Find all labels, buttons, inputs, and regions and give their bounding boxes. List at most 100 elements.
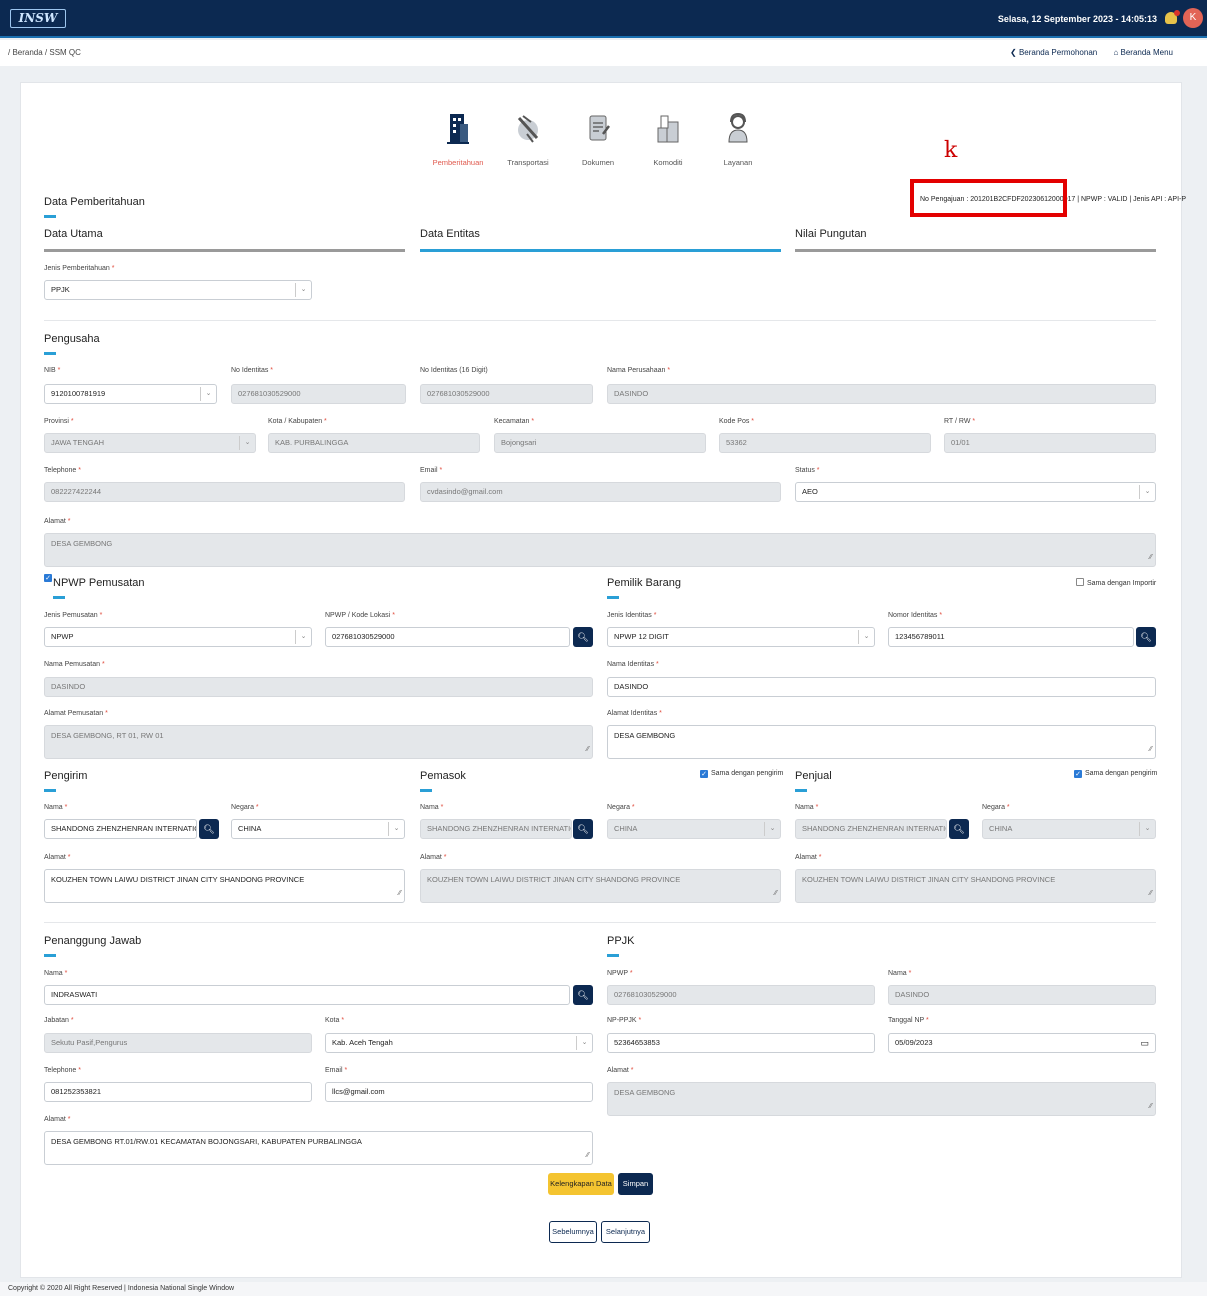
kelengkapan-data-button[interactable]: Kelengkapan Data — [548, 1173, 614, 1195]
tab-underline-active — [420, 249, 781, 252]
alamat-identitas-textarea[interactable]: DESA GEMBONG — [607, 725, 1156, 759]
ppjk-nama-field[interactable]: DASINDO — [888, 985, 1156, 1005]
ppjk-nama-label: Nama * — [888, 970, 912, 977]
pj-alamat-textarea[interactable]: DESA GEMBONG RT.01/RW.01 KECAMATAN BOJON… — [44, 1131, 593, 1165]
tab-data-utama[interactable]: Data Utama — [44, 228, 103, 240]
kodepos-field[interactable]: 53362 — [719, 433, 931, 453]
no-identitas16-label: No Identitas (16 Digit) — [420, 367, 488, 374]
pj-nama-field[interactable]: INDRASWATI — [44, 985, 570, 1005]
kecamatan-field[interactable]: Bojongsari — [494, 433, 706, 453]
beranda-permohonan-link[interactable]: ❮ Beranda Permohonan — [1010, 48, 1097, 57]
telephone-label: Telephone * — [44, 467, 81, 474]
pj-nama-label: Nama * — [44, 970, 68, 977]
step-dokumen[interactable]: Dokumen — [568, 108, 628, 167]
telephone-field[interactable]: 082227422244 — [44, 482, 405, 502]
penjual-alamat-textarea[interactable]: KOUZHEN TOWN LAIWU DISTRICT JINAN CITY S… — [795, 869, 1156, 903]
pengirim-negara-select[interactable]: CHINA ⌄ — [231, 819, 405, 839]
nib-select[interactable]: 9120100781919 ⌄ — [44, 384, 217, 404]
status-select[interactable]: AEO ⌄ — [795, 482, 1156, 502]
pj-alamat-label: Alamat * — [44, 1116, 71, 1123]
beranda-menu-link[interactable]: ⌂ Beranda Menu — [1113, 48, 1173, 57]
insw-logo[interactable]: INSW — [10, 9, 66, 28]
jabatan-field[interactable]: Sekutu Pasif,Pengurus — [44, 1033, 312, 1053]
penjual-negara-label: Negara * — [982, 804, 1010, 811]
wizard-stepper: Pemberitahuan Transportasi Dokumen Komod… — [428, 108, 768, 172]
step-transportasi[interactable]: Transportasi — [498, 108, 558, 167]
email-field[interactable]: cvdasindo@gmail.com — [420, 482, 781, 502]
sama-importir-checkbox[interactable]: Sama dengan Importir — [1076, 578, 1156, 587]
alamat-textarea[interactable]: DESA GEMBONG — [44, 533, 1156, 567]
divider — [44, 922, 1156, 923]
ppjk-alamat-textarea[interactable]: DESA GEMBONG — [607, 1082, 1156, 1116]
nomor-identitas-field[interactable]: 123456789011 — [888, 627, 1134, 647]
step-label: Layanan — [723, 158, 753, 167]
jenis-pemberitahuan-select[interactable]: PPJK ⌄ — [44, 280, 312, 300]
nib-label: NIB * — [44, 367, 61, 374]
nama-pemusatan-field[interactable]: DASINDO — [44, 677, 593, 697]
chevron-down-icon: ⌄ — [295, 630, 311, 644]
np-ppjk-field[interactable]: 52364653853 — [607, 1033, 875, 1053]
penjual-sama-checkbox[interactable]: ✓ Sama dengan pengirim — [1074, 770, 1157, 778]
step-layanan[interactable]: Layanan — [708, 108, 768, 167]
penjual-search-button[interactable]: 🔍︎ — [949, 819, 969, 839]
step-komoditi[interactable]: Komoditi — [638, 108, 698, 167]
document-icon — [589, 115, 610, 141]
pemasok-alamat-textarea[interactable]: KOUZHEN TOWN LAIWU DISTRICT JINAN CITY S… — [420, 869, 781, 903]
nomor-identitas-search-button[interactable]: 🔍︎ — [1136, 627, 1156, 647]
kodepos-label: Kode Pos * — [719, 418, 755, 425]
nama-perusahaan-field[interactable]: DASINDO — [607, 384, 1156, 404]
step-pemberitahuan[interactable]: Pemberitahuan — [428, 108, 488, 167]
breadcrumb[interactable]: / Beranda / SSM QC — [8, 48, 81, 57]
step-label: Dokumen — [581, 158, 615, 167]
pengirim-nama-field[interactable]: SHANDONG ZHENZHENRAN INTERNATIONAL TRA — [44, 819, 197, 839]
status-label: Status * — [795, 467, 820, 474]
kota-field[interactable]: KAB. PURBALINGGA — [268, 433, 480, 453]
nama-identitas-label: Nama Identitas * — [607, 661, 659, 668]
tab-underline — [44, 249, 405, 252]
jenis-identitas-label: Jenis Identitas * — [607, 612, 657, 619]
tab-data-entitas[interactable]: Data Entitas — [420, 228, 480, 240]
divider — [44, 320, 1156, 321]
pemasok-negara-select[interactable]: CHINA ⌄ — [607, 819, 781, 839]
chevron-down-icon: ⌄ — [1139, 485, 1155, 499]
penjual-negara-select[interactable]: CHINA ⌄ — [982, 819, 1156, 839]
npwp-search-button[interactable]: 🔍︎ — [573, 627, 593, 647]
tab-nilai-pungutan[interactable]: Nilai Pungutan — [795, 228, 867, 240]
user-avatar[interactable]: K — [1183, 8, 1203, 28]
pengirim-alamat-label: Alamat * — [44, 854, 71, 861]
penjual-nama-field[interactable]: SHANDONG ZHENZHENRAN INTERNATIONAL TRA — [795, 819, 947, 839]
pj-telephone-field[interactable]: 081252353821 — [44, 1082, 312, 1102]
annotation-letter: k — [944, 138, 958, 163]
pj-search-button[interactable]: 🔍︎ — [573, 985, 593, 1005]
nama-pemusatan-label: Nama Pemusatan * — [44, 661, 105, 668]
pj-email-field[interactable]: llcs@gmail.com — [325, 1082, 593, 1102]
alamat-pemusatan-textarea[interactable]: DESA GEMBONG, RT 01, RW 01 — [44, 725, 593, 759]
penjual-alamat-label: Alamat * — [795, 854, 822, 861]
alamat-identitas-label: Alamat Identitas * — [607, 710, 662, 717]
no-identitas-field[interactable]: 027681030529000 — [231, 384, 406, 404]
jenis-pemusatan-select[interactable]: NPWP ⌄ — [44, 627, 312, 647]
ppjk-npwp-field[interactable]: 027681030529000 — [607, 985, 875, 1005]
pj-kota-select[interactable]: Kab. Aceh Tengah ⌄ — [325, 1033, 593, 1053]
pengirim-alamat-textarea[interactable]: KOUZHEN TOWN LAIWU DISTRICT JINAN CITY S… — [44, 869, 405, 903]
provinsi-select[interactable]: JAWA TENGAH ⌄ — [44, 433, 256, 453]
calendar-icon[interactable]: ▭ — [1140, 1034, 1149, 1052]
rtrw-field[interactable]: 01/01 — [944, 433, 1156, 453]
pemasok-sama-checkbox[interactable]: ✓ Sama dengan pengirim — [700, 770, 783, 778]
pemasok-nama-label: Nama * — [420, 804, 444, 811]
pemasok-search-button[interactable]: 🔍︎ — [573, 819, 593, 839]
jenis-identitas-select[interactable]: NPWP 12 DIGIT ⌄ — [607, 627, 875, 647]
tanggal-np-field[interactable]: 05/09/2023 ▭ — [888, 1033, 1156, 1053]
npwp-kode-field[interactable]: 027681030529000 — [325, 627, 570, 647]
pengirim-nama-label: Nama * — [44, 804, 68, 811]
pemasok-nama-field[interactable]: SHANDONG ZHENZHENRAN INTERNATIONAL TRA — [420, 819, 572, 839]
pemilik-barang-title: Pemilik Barang — [607, 577, 681, 599]
nama-identitas-field[interactable]: DASINDO — [607, 677, 1156, 697]
no-identitas16-field[interactable]: 027681030529000 — [420, 384, 593, 404]
sebelumnya-button[interactable]: Sebelumnya — [549, 1221, 597, 1243]
kecamatan-label: Kecamatan * — [494, 418, 535, 425]
pengirim-search-button[interactable]: 🔍︎ — [199, 819, 219, 839]
simpan-button[interactable]: Simpan — [618, 1173, 653, 1195]
notification-bell-icon[interactable] — [1165, 10, 1180, 24]
selanjutnya-button[interactable]: Selanjutnya — [601, 1221, 650, 1243]
